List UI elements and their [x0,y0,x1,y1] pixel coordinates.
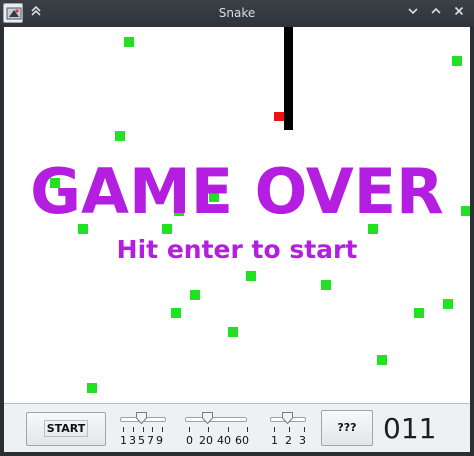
score-display: 011 [383,412,437,445]
game-canvas[interactable]: GAME OVER Hit enter to start [4,27,470,403]
tick-label: 7 [147,434,154,447]
snake-head [274,112,284,121]
slider-track [185,417,247,422]
maximize-button[interactable] [428,5,444,21]
snake-body [284,27,293,130]
tick-label: 20 [199,434,213,447]
food-pellet [190,290,200,300]
tick [228,427,229,432]
tick-label: 60 [235,434,249,447]
tick [304,427,305,432]
game-over-headline: GAME OVER [30,155,444,228]
food-pellet [87,383,97,393]
tick [162,427,163,432]
level-slider[interactable]: 123 [270,408,310,448]
tick-label: 1 [271,434,278,447]
slider-thumb[interactable] [136,412,147,424]
mystery-button[interactable]: ??? [321,410,373,446]
tick-label: 1 [120,434,127,447]
food-pellet [443,299,453,309]
start-button-label: START [43,420,89,437]
tick-label: 40 [217,434,231,447]
tick [189,427,190,432]
tick-label: 0 [186,434,193,447]
minimize-button[interactable] [405,5,421,21]
tick-label: 5 [138,434,145,447]
tick-label: 9 [156,434,163,447]
food-pellet [377,355,387,365]
tick [133,427,134,432]
slider-ticks [120,427,168,433]
tick [208,427,209,432]
slider-ticks [185,427,253,433]
close-button[interactable] [451,5,467,21]
tick [289,427,290,432]
food-pellet [115,131,125,141]
slider-tick-labels: 0 20 40 60 [186,434,249,447]
start-button[interactable]: START [26,412,106,446]
slider-thumb[interactable] [282,412,293,424]
obstacles-slider[interactable]: 0 20 40 60 [185,408,253,448]
tick [247,427,248,432]
tick [152,427,153,432]
control-panel: START 13579 0 20 40 60 1 2 3 ??? 011 [4,403,470,452]
food-pellet [246,271,256,281]
window-title: Snake [218,6,256,20]
tick [143,427,144,432]
slider-thumb[interactable] [202,412,213,424]
slider-tick-labels: 123 [271,434,306,447]
food-pellet [228,327,238,337]
title-bar: Snake [0,0,474,27]
slider-tick-labels: 13579 [120,434,163,447]
restart-hint: Hit enter to start [116,235,358,264]
tick-label: 2 [285,434,292,447]
slider-ticks [270,427,310,433]
tick-label: 3 [299,434,306,447]
food-pellet [452,56,462,66]
food-pellet [321,280,331,290]
food-pellet [414,308,424,318]
tick [123,427,124,432]
tick-label: 3 [129,434,136,447]
food-pellet [171,308,181,318]
food-pellet [124,37,134,47]
speed-slider[interactable]: 13579 [120,408,168,448]
tick [274,427,275,432]
